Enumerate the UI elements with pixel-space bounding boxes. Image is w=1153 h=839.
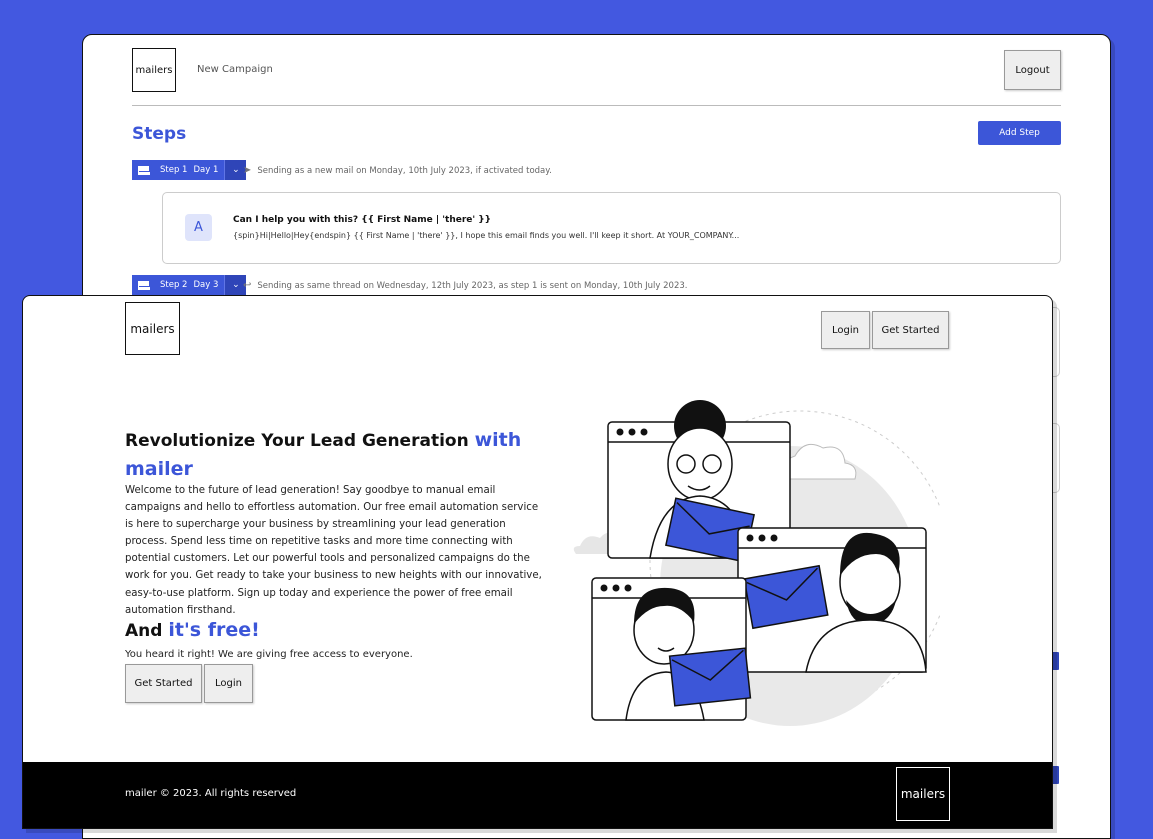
page-title: Steps (132, 124, 187, 144)
hero-illustration (573, 400, 940, 726)
step-pill-edge (1052, 766, 1059, 784)
add-step-button[interactable]: Add Step (978, 121, 1061, 145)
step-pill-edge (1052, 652, 1059, 670)
mail-icon (138, 165, 150, 175)
get-started-button[interactable]: Get Started (872, 311, 949, 349)
footer: mailer © 2023. All rights reserved maile… (23, 762, 1052, 828)
logout-button[interactable]: Logout (1004, 50, 1061, 90)
breadcrumb[interactable]: New Campaign (197, 64, 273, 75)
mail-preview-card[interactable]: A Can I help you with this? {{ First Nam… (162, 192, 1061, 264)
step-day: Day 3 (193, 280, 219, 290)
free-subtitle: You heard it right! We are giving free a… (125, 649, 413, 660)
cta-login-button[interactable]: Login (204, 664, 253, 703)
step-day: Day 1 (193, 165, 219, 175)
login-button[interactable]: Login (821, 311, 870, 349)
mailers-logo[interactable]: mailers (125, 302, 180, 355)
landing-window: mailers Login Get Started Revolutionize … (22, 295, 1053, 829)
send-icon: ➤ (243, 165, 252, 176)
mailers-logo[interactable]: mailers (896, 767, 950, 821)
hero-title: Revolutionize Your Lead Generation with … (125, 429, 522, 480)
footer-copyright: mailer © 2023. All rights reserved (125, 788, 297, 799)
reply-icon: ↩ (243, 280, 252, 291)
free-heading: And it's free! (125, 619, 260, 641)
mail-subject: Can I help you with this? {{ First Name … (233, 215, 492, 225)
avatar: A (185, 214, 212, 241)
step-2-pill[interactable]: Step 2 Day 3 ⌄ (132, 275, 247, 295)
header-divider (132, 105, 1061, 106)
cta-get-started-button[interactable]: Get Started (125, 664, 202, 703)
hero-description: Welcome to the future of lead generation… (125, 485, 542, 616)
mail-body-preview: {spin}Hi|Hello|Hey{endspin} {{ First Nam… (233, 231, 740, 240)
step-label: Step 1 (160, 165, 188, 175)
step-1-pill[interactable]: Step 1 Day 1 ⌄ (132, 160, 247, 180)
step-label: Step 2 (160, 280, 188, 290)
mail-icon (138, 280, 150, 290)
step-2-note: ↩ Sending as same thread on Wednesday, 1… (243, 280, 688, 291)
step-1-note: ➤ Sending as a new mail on Monday, 10th … (243, 165, 552, 176)
mailers-logo[interactable]: mailers (132, 48, 176, 92)
